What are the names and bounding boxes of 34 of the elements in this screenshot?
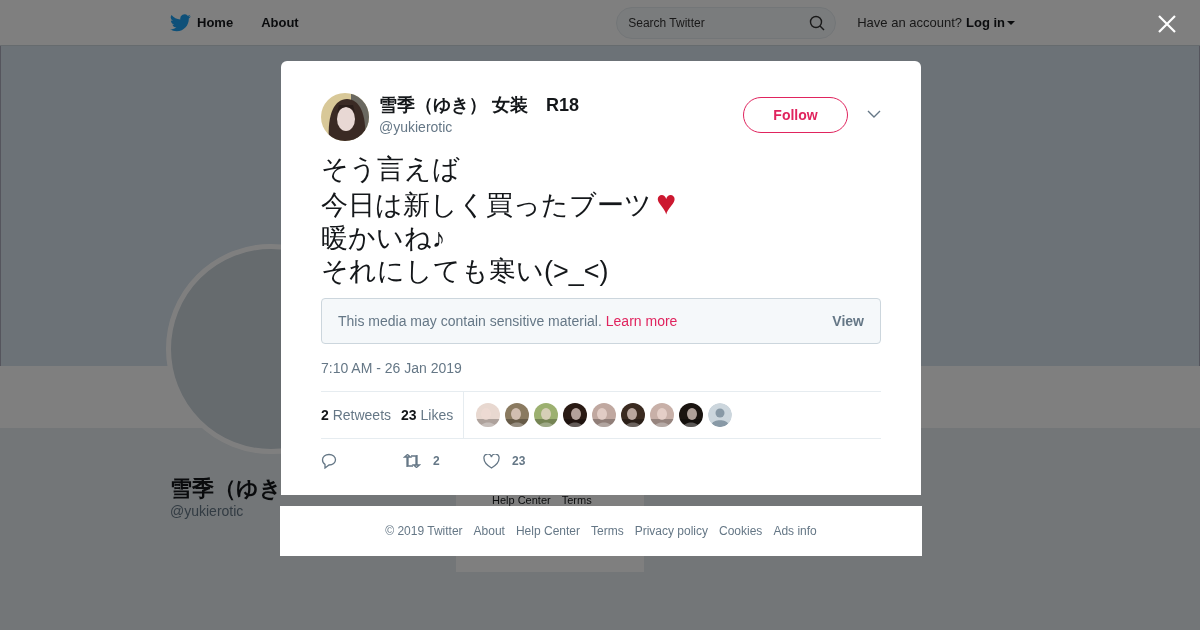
footer-link[interactable]: Ads info (773, 522, 817, 540)
profile-handle: @yukierotic (170, 502, 244, 521)
footer-link[interactable]: Help Center (515, 522, 580, 540)
footer-link[interactable]: Terms (561, 495, 592, 506)
account-prompt: Have an account? (857, 13, 962, 32)
author-name[interactable]: 雪季（ゆき） 女装 R18 (379, 93, 580, 117)
footer-link[interactable]: Privacy policy (634, 522, 708, 540)
timestamp: 7:10 AM - 26 Jan 2019 (321, 359, 463, 378)
close-icon[interactable] (1158, 15, 1176, 33)
learn-more-link[interactable]: Learn more (605, 310, 678, 332)
reply-icon[interactable] (321, 453, 337, 469)
action-count: 23 (512, 453, 526, 470)
caret-icon (1007, 20, 1015, 25)
view-button[interactable]: View (832, 310, 864, 332)
footer-link[interactable]: Cookies (719, 522, 763, 540)
sensitive-message: This media may contain sensitive material. (338, 311, 602, 331)
nav-link[interactable]: About (261, 12, 299, 33)
stat-link[interactable]: 23 Likes (401, 404, 454, 426)
action-count: 2 (433, 453, 440, 470)
footer-link[interactable]: Help Center (492, 495, 551, 506)
nav-link[interactable]: Home (197, 12, 234, 33)
author-handle[interactable]: @yukierotic (379, 117, 580, 138)
footer-link[interactable]: Terms (591, 522, 624, 540)
chevron-down-icon[interactable] (867, 110, 881, 118)
tweet-text: そう言えば 今日は新しく買ったブーツ♥ 暖かいね♪ それにしても寒い(>_<) (321, 153, 678, 288)
login-button[interactable]: Log in (966, 12, 1015, 33)
retweet-icon[interactable] (403, 454, 421, 468)
search-icon (809, 14, 826, 31)
heart-icon[interactable] (483, 453, 500, 469)
footer-link[interactable]: About (473, 522, 505, 540)
stat-link[interactable]: 2 Retweets (321, 404, 392, 426)
search-field[interactable]: Search Twitter (616, 6, 837, 39)
copyright-text: © 2019 Twitter (385, 523, 463, 540)
profile-name: 雪季（ゆき (170, 475, 282, 503)
